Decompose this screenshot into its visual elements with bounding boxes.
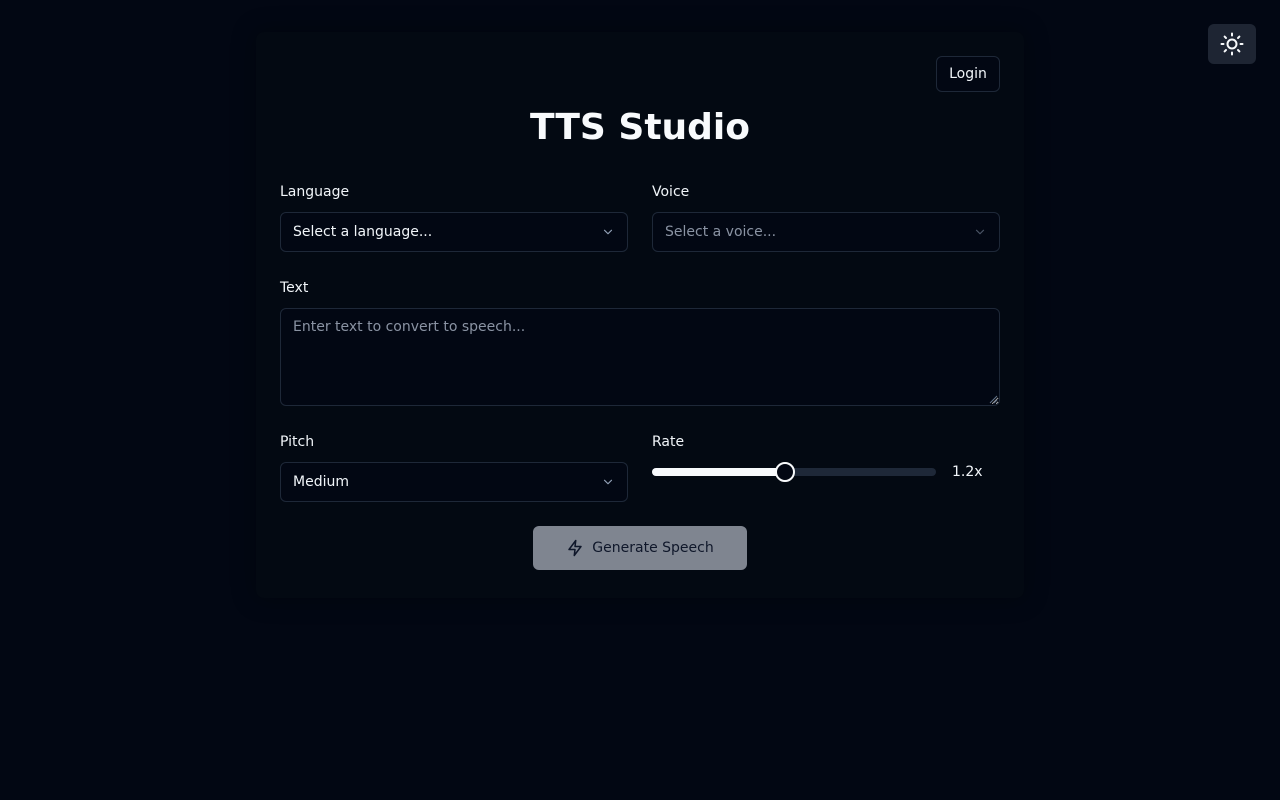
- rate-slider-fill: [652, 468, 785, 476]
- language-select-value: Select a language...: [293, 224, 433, 240]
- sun-icon: [1220, 32, 1244, 56]
- pitch-label: Pitch: [280, 434, 315, 450]
- rate-slider-thumb[interactable]: [775, 462, 795, 482]
- language-label: Language: [280, 184, 350, 200]
- pitch-select-value: Medium: [293, 474, 349, 490]
- theme-toggle-button[interactable]: [1208, 24, 1256, 64]
- generate-speech-button[interactable]: Generate Speech: [533, 526, 747, 570]
- rate-value: 1.2x: [952, 464, 983, 480]
- chevron-down-icon: [975, 229, 985, 235]
- page-title: TTS Studio: [529, 107, 750, 148]
- chevron-down-icon: [603, 229, 613, 235]
- login-button[interactable]: Login: [936, 56, 1000, 92]
- language-select[interactable]: Select a language...: [280, 212, 628, 252]
- generate-speech-label: Generate Speech: [592, 540, 714, 556]
- rate-label: Rate: [652, 434, 685, 450]
- zap-icon: [568, 539, 583, 557]
- voice-select-placeholder: Select a voice...: [665, 224, 777, 240]
- rate-slider[interactable]: [652, 462, 936, 482]
- pitch-select[interactable]: Medium: [280, 462, 628, 502]
- resize-handle-icon[interactable]: [988, 394, 998, 404]
- voice-label: Voice: [652, 184, 690, 200]
- text-label: Text: [280, 280, 309, 296]
- chevron-down-icon: [603, 479, 613, 485]
- voice-select[interactable]: Select a voice...: [652, 212, 1000, 252]
- text-input[interactable]: [280, 308, 1000, 406]
